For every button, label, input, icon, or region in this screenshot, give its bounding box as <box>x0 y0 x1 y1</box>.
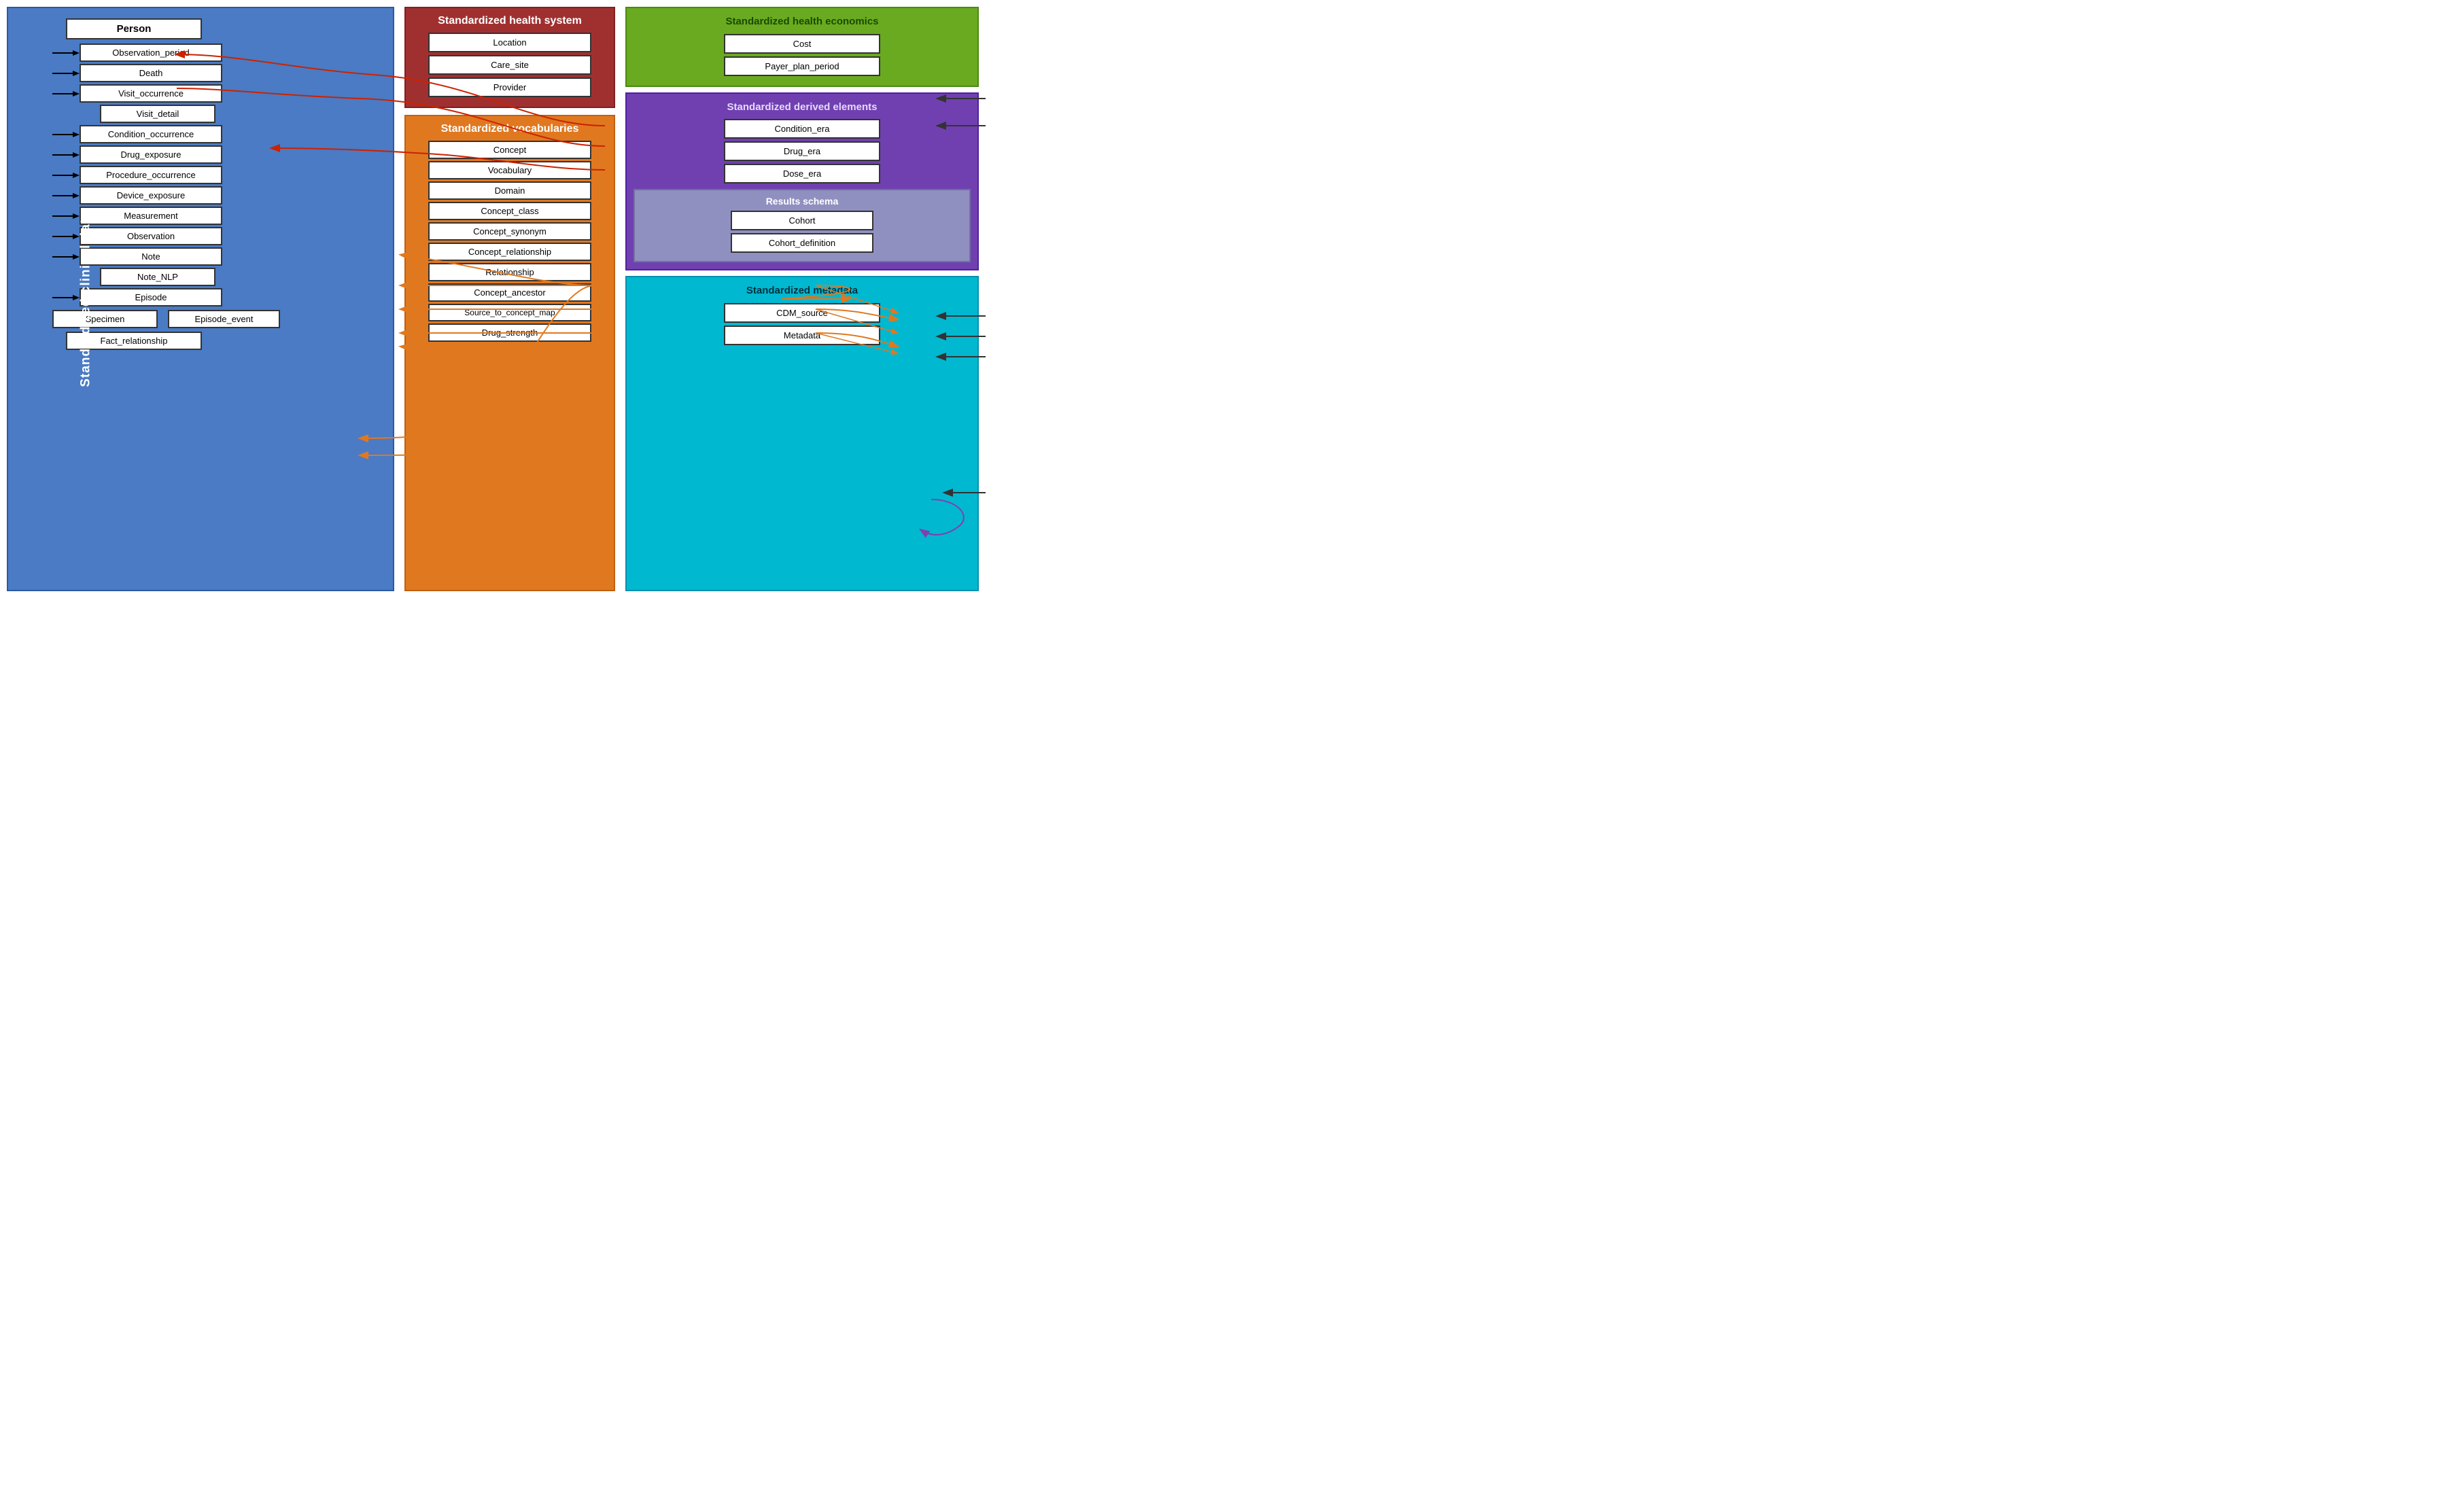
condition-era-box: Condition_era <box>724 119 880 139</box>
cohort-box: Cohort <box>731 211 873 230</box>
death-box: Death <box>80 64 222 82</box>
observation-box: Observation <box>80 227 222 245</box>
condition-occurrence-box: Condition_occurrence <box>80 125 222 143</box>
metadata-item-box: Metadata <box>724 326 880 345</box>
visit-detail-box: Visit_detail <box>100 105 215 123</box>
observation-period-box: Observation_period <box>80 43 222 62</box>
concept-synonym-box: Concept_synonym <box>428 222 591 241</box>
payer-plan-period-box: Payer_plan_period <box>724 56 880 76</box>
location-box: Location <box>428 33 591 52</box>
drug-era-box: Drug_era <box>724 141 880 161</box>
concept-ancestor-box: Concept_ancestor <box>428 283 591 302</box>
vocabulary-box: Vocabulary <box>428 161 591 179</box>
episode-event-box: Episode_event <box>168 310 280 328</box>
note-nlp-box: Note_NLP <box>100 268 215 286</box>
health-economics-panel: Standardized health economics Cost Payer… <box>625 7 979 87</box>
left-panel: Standardized clinical data Person Observ… <box>7 7 394 591</box>
person-box: Person <box>66 18 202 39</box>
source-concept-map-box: Source_to_concept_map <box>428 304 591 321</box>
care-site-box: Care_site <box>428 55 591 75</box>
results-schema-panel: Results schema Cohort Cohort_definition <box>634 189 971 262</box>
visit-occurrence-box: Visit_occurrence <box>80 84 222 103</box>
results-schema-title: Results schema <box>640 196 964 207</box>
dose-era-box: Dose_era <box>724 164 880 183</box>
procedure-occurrence-box: Procedure_occurrence <box>80 166 222 184</box>
relationship-box: Relationship <box>428 263 591 281</box>
domain-box: Domain <box>428 181 591 200</box>
concept-class-box: Concept_class <box>428 202 591 220</box>
concept-box: Concept <box>428 141 591 159</box>
cdm-source-box: CDM_source <box>724 303 880 323</box>
metadata-panel: Standardized metadata CDM_source Metadat… <box>625 276 979 591</box>
episode-box: Episode <box>80 288 222 306</box>
measurement-box: Measurement <box>80 207 222 225</box>
device-exposure-box: Device_exposure <box>80 186 222 205</box>
left-panel-section-label: Standardized clinical data <box>79 211 94 387</box>
health-system-title: Standardized health system <box>413 15 607 27</box>
vocabularies-title: Standardized vocabularies <box>413 123 607 135</box>
provider-box: Provider <box>428 77 591 97</box>
health-economics-title: Standardized health economics <box>634 15 971 29</box>
metadata-title: Standardized metadata <box>634 284 971 298</box>
drug-strength-box: Drug_strength <box>428 323 591 342</box>
derived-elements-title: Standardized derived elements <box>634 101 971 114</box>
specimen-box: Specimen <box>52 310 158 328</box>
cohort-definition-box: Cohort_definition <box>731 233 873 253</box>
cost-box: Cost <box>724 34 880 54</box>
health-system-panel: Standardized health system Location Care… <box>404 7 615 108</box>
concept-relationship-box: Concept_relationship <box>428 243 591 261</box>
note-box: Note <box>80 247 222 266</box>
drug-exposure-box: Drug_exposure <box>80 145 222 164</box>
vocabularies-panel: Standardized vocabularies Concept Vocabu… <box>404 115 615 591</box>
derived-elements-panel: Standardized derived elements Condition_… <box>625 92 979 271</box>
